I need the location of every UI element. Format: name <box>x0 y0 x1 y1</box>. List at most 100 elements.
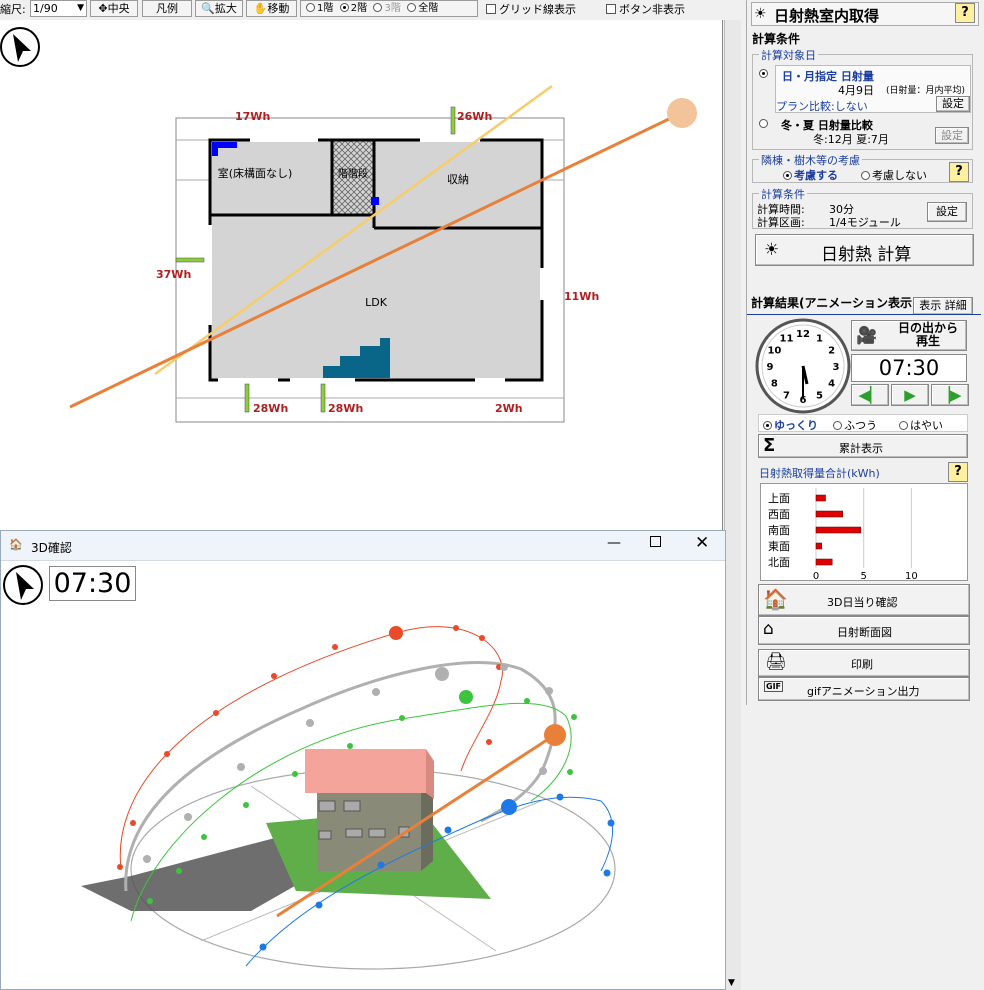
sun-house-icon: ☀ <box>754 6 767 22</box>
step-back-icon[interactable]: ◀▏ <box>851 384 889 406</box>
crosshair-icon: ✥ <box>98 2 108 15</box>
3d-window: 🏠 3D確認 — ✕ 07:30 <box>0 530 726 990</box>
floor-3-radio[interactable]: 3階 <box>373 3 401 14</box>
scale-value: 1/90 <box>33 2 58 15</box>
window-label: 26Wh <box>457 110 492 123</box>
maximize-icon[interactable] <box>650 536 661 547</box>
gif-export-button[interactable]: GIF gifアニメーション出力 <box>758 677 970 701</box>
time-display: 07:30 <box>851 354 967 382</box>
hide-buttons-checkbox[interactable]: ボタン非表示 <box>606 1 685 17</box>
clock-number: 2 <box>828 346 835 357</box>
plan-compare-set-button[interactable]: 設定 <box>936 96 970 112</box>
magnifier-icon: 🔍 <box>201 2 215 15</box>
north-arrow-icon <box>3 565 43 605</box>
speed-slow-radio[interactable]: ゆっくり <box>763 417 818 433</box>
shading-off-label: 考慮しない <box>872 169 927 182</box>
help-icon[interactable]: ? <box>955 3 975 23</box>
floor-all-label: 全階 <box>418 3 439 14</box>
analog-clock: 12 1234567891011 <box>755 318 851 414</box>
house-model <box>305 749 434 871</box>
panel-header: ☀ 日射熱室内取得 <box>751 2 979 26</box>
option-day-month-radio[interactable] <box>759 67 770 80</box>
sun-icon <box>544 724 566 746</box>
speed-fast-radio[interactable]: はやい <box>899 417 943 433</box>
step-forward-icon[interactable]: ▕▶ <box>931 384 969 406</box>
floor-1-radio[interactable]: 1階 <box>306 3 333 14</box>
legend-button[interactable]: 凡例 <box>142 0 192 17</box>
replay-from-sunrise-button[interactable]: 🎥 日の出から 再生 <box>851 320 967 351</box>
target-day-legend: 計算対象日 <box>759 47 818 63</box>
result-detail-button[interactable]: 表示 詳細 <box>913 297 973 315</box>
move-label: 移動 <box>267 2 290 15</box>
vertical-scrollbar[interactable]: ▼ <box>724 20 741 990</box>
3d-sunlight-button[interactable]: 🏠 3D日当り確認 <box>758 584 970 616</box>
cumulative-button[interactable]: Σ 累計表示 <box>758 434 968 458</box>
center-label: 中央 <box>107 2 130 15</box>
panel-title: 日射熱室内取得 <box>774 7 880 25</box>
zoom-button[interactable]: 🔍拡大 <box>195 0 243 17</box>
shading-on-radio[interactable]: 考慮する <box>783 167 838 183</box>
replay-line-1: 日の出から <box>898 321 959 335</box>
floor-plan-canvas[interactable]: 室(床構面なし) 階階段 収納 LDK 17Wh 26Wh 37Wh 11Wh … <box>0 20 723 530</box>
chart-bar <box>815 526 862 534</box>
calc-cond-legend: 計算条件 <box>759 186 807 202</box>
calc-condition-set-button[interactable]: 設定 <box>927 202 967 222</box>
calc-condition-group: 計算条件 計算時間: 30分 計算区画: 1/4モジュール 設定 <box>752 186 973 229</box>
option-date: 4月9日 <box>838 84 874 97</box>
marker <box>212 142 218 156</box>
clock-number: 11 <box>780 333 794 344</box>
gif-export-label: gifアニメーション出力 <box>807 685 920 698</box>
calc-area-label: 計算区画: <box>757 216 805 229</box>
minimize-icon[interactable]: — <box>607 535 621 551</box>
chart-help-icon[interactable]: ? <box>948 462 968 482</box>
3d-window-title: 3D確認 <box>31 541 72 555</box>
close-icon[interactable]: ✕ <box>695 533 709 553</box>
chart-category-label: 西面 <box>768 508 790 521</box>
plan-compare-label: プラン比較:しない <box>776 100 868 113</box>
play-icon[interactable]: ▶ <box>891 384 929 406</box>
3d-time-display: 07:30 <box>49 566 136 601</box>
section-icon: ⌂ <box>763 619 774 639</box>
speed-radio-group: ゆっくり ふつう はやい <box>758 414 968 432</box>
chart-bar <box>815 510 843 518</box>
scroll-down-icon[interactable]: ▼ <box>728 978 735 988</box>
solar-section-label: 日射断面図 <box>837 626 892 639</box>
chart-category-label: 東面 <box>768 540 790 553</box>
option-day-month-box[interactable]: 日・月指定 日射量 4月9日 (日射量：月内平均) プラン比較:しない 設定 <box>775 65 971 113</box>
chart-title: 日射熱取得量合計(kWh) <box>759 467 880 480</box>
target-day-group: 計算対象日 日・月指定 日射量 4月9日 (日射量：月内平均) プラン比較:しな… <box>752 47 973 150</box>
center-button[interactable]: ✥中央 <box>90 0 138 17</box>
solar-calc-button[interactable]: ☀ 日射熱 計算 <box>755 234 974 266</box>
chart-bar <box>815 558 833 566</box>
set-label: 設定 <box>942 97 964 110</box>
divider <box>747 314 981 315</box>
move-button[interactable]: ✋移動 <box>246 0 297 17</box>
print-label: 印刷 <box>851 658 873 671</box>
floor-1-label: 1階 <box>317 3 334 14</box>
window-label: 28Wh <box>253 402 288 415</box>
scale-select[interactable]: 1/90 ▼ <box>30 0 87 17</box>
3d-window-titlebar[interactable]: 🏠 3D確認 — ✕ <box>1 531 725 561</box>
solar-section-button[interactable]: ⌂ 日射断面図 <box>758 616 970 645</box>
speed-normal-radio[interactable]: ふつう <box>833 417 877 433</box>
result-detail-label: 表示 詳細 <box>919 299 967 312</box>
shading-on-label: 考慮する <box>794 169 838 182</box>
set-label: 設定 <box>941 129 963 142</box>
option-winter-summer-radio[interactable] <box>759 117 770 130</box>
chart-tick-label: 0 <box>813 571 819 581</box>
clock-number: 12 <box>796 329 810 340</box>
floor-all-radio[interactable]: 全階 <box>407 3 438 14</box>
shading-help-icon[interactable]: ? <box>949 162 969 182</box>
floor-radio-group: 1階 2階 3階 全階 <box>300 0 478 17</box>
calc-area-value: 1/4モジュール <box>829 216 901 229</box>
floor-2-radio[interactable]: 2階 <box>339 3 367 14</box>
winter-summer-set-button[interactable]: 設定 <box>935 127 969 144</box>
print-button[interactable]: 🖨 印刷 <box>758 649 970 677</box>
marker <box>371 197 379 205</box>
shading-off-radio[interactable]: 考慮しない <box>861 167 927 183</box>
room-label-stair: 階階段 <box>338 167 368 180</box>
grid-checkbox[interactable]: グリッド線表示 <box>486 1 576 17</box>
zoom-label: 拡大 <box>214 2 237 15</box>
house-icon: 🏠 <box>763 587 788 611</box>
clock-number: 3 <box>833 362 840 373</box>
